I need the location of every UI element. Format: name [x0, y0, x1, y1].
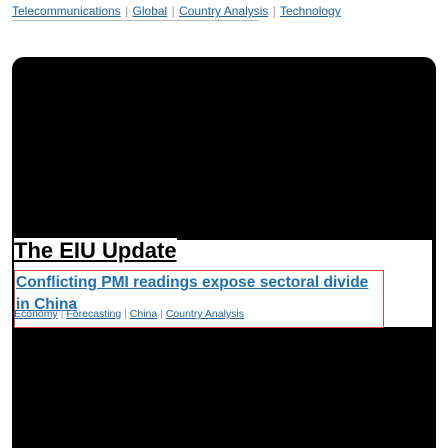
- tag-separator: |: [272, 4, 276, 18]
- article-tag-list: Economy | Forecasting | China | Country …: [14, 308, 244, 320]
- tag-country-analysis[interactable]: Country Analysis: [166, 308, 244, 320]
- tag-separator: |: [125, 4, 129, 18]
- tag-china[interactable]: China: [130, 308, 157, 320]
- tag-forecasting[interactable]: Forecasting: [66, 308, 121, 320]
- section-title-link[interactable]: The EIU Update: [14, 238, 177, 264]
- tag-separator: |: [171, 4, 175, 18]
- tag-separator: |: [124, 308, 127, 320]
- tag-telecommunications[interactable]: Telecommunications: [12, 4, 121, 18]
- divider: [12, 20, 259, 21]
- tag-separator: |: [60, 308, 64, 320]
- tag-country-analysis[interactable]: Country Analysis: [179, 4, 268, 18]
- top-tag-list: Telecommunications | Global | Country An…: [12, 4, 341, 18]
- tag-economy[interactable]: Economy: [14, 308, 58, 320]
- tag-separator: |: [160, 308, 163, 320]
- tag-global[interactable]: Global: [133, 4, 168, 18]
- tag-technology[interactable]: Technology: [280, 4, 341, 18]
